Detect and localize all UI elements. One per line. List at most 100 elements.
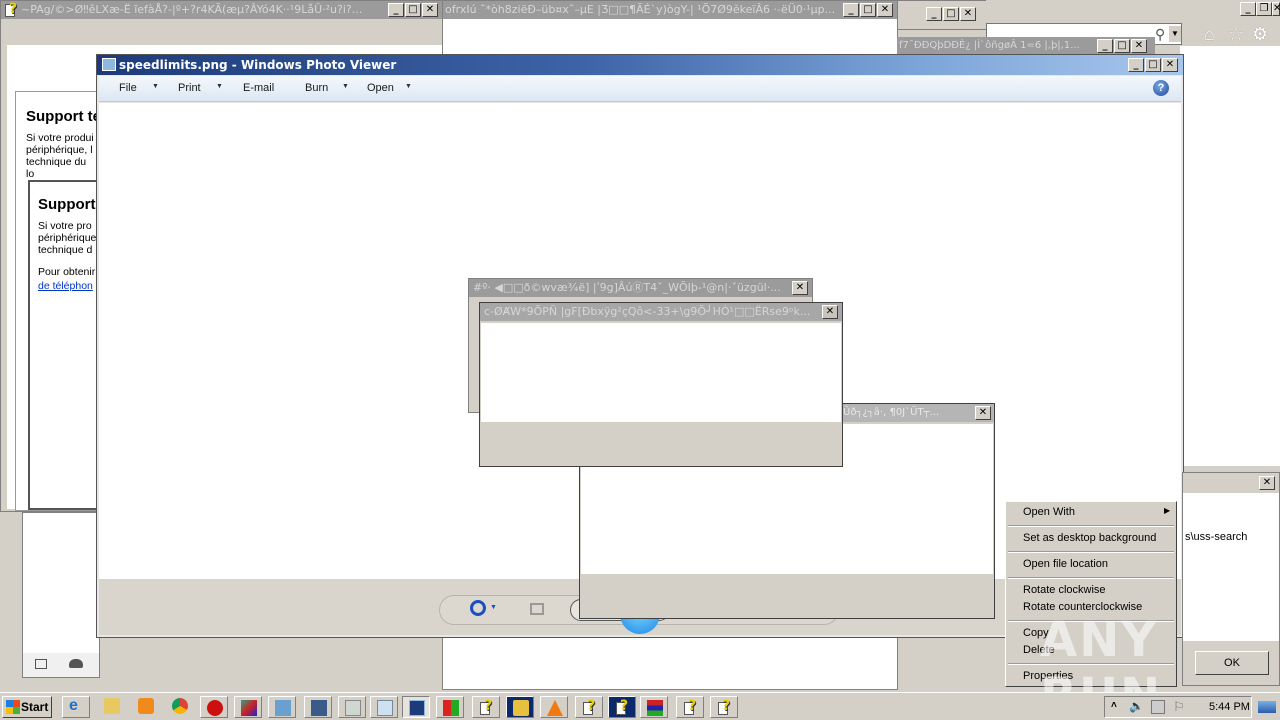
taskbar-item-opera[interactable]: [200, 696, 228, 718]
taskbar-item-app-window[interactable]: [338, 696, 366, 718]
maximize-button[interactable]: □: [1145, 58, 1161, 72]
taskbar-item-calculator[interactable]: [304, 696, 332, 718]
menu-burn[interactable]: Burn: [305, 82, 328, 94]
close-button[interactable]: ✕: [822, 305, 838, 319]
support-text: Si votre produi périphérique, l techniqu…: [26, 132, 94, 180]
chevron-down-icon[interactable]: ▼: [152, 83, 159, 90]
window-titlebar[interactable]: ofrxIú ˜*òh8ziëÐ–üb¤x˜–µE |Ʒ□□¶ÃÉ`y)ògY-…: [443, 1, 897, 19]
dialog-titlebar[interactable]: c-ØȺW*9ÕPÑ |gF[Ðbxÿg²çQô<-33+\g9Õ┘HÓ¹□□Ë…: [480, 303, 842, 321]
background-window-right[interactable]: _ □ ✕: [897, 0, 987, 30]
taskbar-item-photo-viewer[interactable]: [402, 696, 430, 718]
taskbar-item-setup[interactable]: [268, 696, 296, 718]
close-button[interactable]: ✕: [1272, 2, 1280, 16]
support-heading-2: Support: [38, 196, 96, 213]
minimize-button[interactable]: _: [1097, 39, 1113, 53]
menu-email[interactable]: E-mail: [243, 82, 274, 94]
menu-item-rotate-clockwise[interactable]: Rotate clockwise: [1023, 584, 1106, 596]
cloud-icon[interactable]: [69, 659, 83, 668]
app-window-icon: [345, 700, 361, 716]
taskbar-item-paint[interactable]: [234, 696, 262, 718]
show-hidden-icon[interactable]: ˄: [1111, 700, 1117, 711]
minimize-button[interactable]: _: [926, 7, 942, 21]
close-button[interactable]: ✕: [422, 3, 438, 17]
network-warning-icon[interactable]: [1151, 700, 1165, 714]
unknown-file-icon: ?: [479, 698, 495, 716]
maximize-button[interactable]: □: [943, 7, 959, 21]
dialog-title: c-ØȺW*9ÕPÑ |gF[Ðbxÿg²çQô<-33+\g9Õ┘HÓ¹□□Ë…: [484, 305, 811, 318]
taskbar-item-vlc[interactable]: [540, 696, 568, 718]
windows-logo-icon: [6, 700, 20, 714]
menu-item-open-file-location[interactable]: Open file location: [1023, 558, 1108, 570]
taskbar-item-internet-explorer[interactable]: e: [62, 696, 90, 718]
clock[interactable]: 5:44 PM: [1209, 701, 1250, 713]
start-button[interactable]: Start: [2, 696, 52, 718]
restore-button[interactable]: ❐: [1256, 2, 1272, 16]
taskbar-item-winamp[interactable]: [506, 696, 534, 718]
minimize-button[interactable]: _: [1240, 2, 1256, 16]
chevron-down-icon[interactable]: ▼: [342, 83, 349, 90]
calculator-app-icon: [311, 700, 327, 716]
minimize-button[interactable]: _: [843, 3, 859, 17]
close-button[interactable]: ✕: [960, 7, 976, 21]
settings-gear-icon[interactable]: ⚙: [1252, 24, 1268, 45]
home-icon[interactable]: ⌂: [1204, 24, 1215, 45]
dialog-title: #º· ◀□□ð©wvæ¾ë] |ʹ9g]ÂúⓇT4ˇ_WÕIþ-¹@n|·ˇü…: [473, 281, 781, 294]
support-panel: Support te Si votre produi périphérique,…: [15, 91, 108, 511]
help-icon[interactable]: ?: [1153, 80, 1169, 96]
menu-open[interactable]: Open: [367, 82, 394, 94]
chevron-down-icon[interactable]: ▼: [216, 83, 223, 90]
chevron-down-icon[interactable]: ▼: [490, 604, 497, 611]
maximize-button[interactable]: □: [860, 3, 876, 17]
dialog-message: s\uss-search: [1185, 531, 1248, 543]
support-link[interactable]: de téléphon: [38, 280, 93, 292]
close-button[interactable]: ✕: [1259, 476, 1275, 490]
taskbar-item-unknown-1[interactable]: ?: [472, 696, 500, 718]
taskbar-item-unknown-2[interactable]: ?: [575, 696, 603, 718]
menu-item-open-with[interactable]: Open With: [1023, 506, 1075, 518]
favorites-icon[interactable]: ☆: [1228, 24, 1244, 45]
close-button[interactable]: ✕: [877, 3, 893, 17]
unknown-file-icon: ?: [717, 698, 733, 716]
zoom-icon[interactable]: [470, 600, 486, 616]
menu-item-set-desktop-background[interactable]: Set as desktop background: [1023, 532, 1156, 544]
close-button[interactable]: ✕: [792, 281, 808, 295]
address-dropdown-icon[interactable]: ▼: [1169, 26, 1181, 42]
window-titlebar[interactable]: ? ~PAg/©>Ø‼êLXæ-Ë ĩefàÅ?-|º+?r4KÃ(æµ?ÂYó…: [1, 1, 445, 19]
close-button[interactable]: ✕: [1131, 39, 1147, 53]
maximize-button[interactable]: □: [1114, 39, 1130, 53]
browser-content: [1180, 46, 1280, 466]
actual-size-icon[interactable]: [530, 603, 544, 615]
close-button[interactable]: ✕: [975, 406, 991, 420]
chevron-down-icon[interactable]: ▼: [405, 83, 412, 90]
taskbar-item-unknown-3[interactable]: ?: [608, 696, 636, 718]
dialog-window-2[interactable]: c-ØȺW*9ÕPÑ |gF[Ðbxÿg²çQô<-33+\g9Õ┘HÓ¹□□Ë…: [479, 302, 843, 467]
taskbar-item-unknown-4[interactable]: ?: [676, 696, 704, 718]
menu-print[interactable]: Print: [178, 82, 201, 94]
winamp-app-icon: [513, 700, 529, 716]
taskbar-item-winrar[interactable]: [640, 696, 668, 718]
minimize-button[interactable]: _: [388, 3, 404, 17]
unknown-file-icon: ?: [683, 698, 699, 716]
dialog-titlebar[interactable]: #º· ◀□□ð©wvæ¾ë] |ʹ9g]ÂúⓇT4ˇ_WÕIþ-¹@n|·ˇü…: [469, 279, 812, 297]
photo-viewer-titlebar[interactable]: speedlimits.png - Windows Photo Viewer: [97, 55, 1183, 75]
taskbar-item-notepad[interactable]: [370, 696, 398, 718]
minimize-button[interactable]: _: [1128, 58, 1144, 72]
taskbar-item-unknown-5[interactable]: ?: [710, 696, 738, 718]
show-desktop-button[interactable]: [1258, 701, 1276, 713]
media-player-icon[interactable]: [138, 698, 154, 714]
menu-file[interactable]: File: [119, 82, 137, 94]
window-title: ofrxIú ˜*òh8ziëÐ–üb¤x˜–µE |Ʒ□□¶ÃÉ`y)ògY-…: [445, 3, 836, 16]
maximize-button[interactable]: □: [405, 3, 421, 17]
taskbar-item-installer[interactable]: [436, 696, 464, 718]
panel-icon[interactable]: [35, 659, 47, 669]
installer-app-icon: [443, 700, 459, 716]
search-icon[interactable]: ⚲: [1155, 26, 1165, 43]
chrome-icon[interactable]: [172, 698, 188, 714]
dialog-title: Ûð┐¿┐â·, ¶0J`ÜT┬...: [843, 407, 940, 418]
photo-viewer-icon: [409, 700, 425, 716]
close-button[interactable]: ✕: [1162, 58, 1178, 72]
winrar-icon: [647, 700, 663, 716]
explorer-icon[interactable]: [104, 698, 120, 714]
volume-icon[interactable]: 🔈: [1129, 699, 1144, 713]
action-center-flag-icon[interactable]: ⚐: [1173, 699, 1185, 715]
